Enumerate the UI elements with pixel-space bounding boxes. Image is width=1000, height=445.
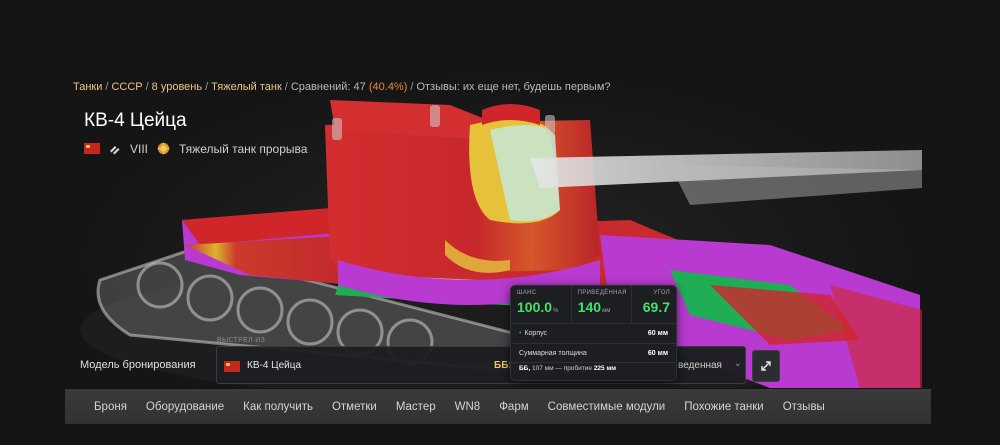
- penetration-tooltip: ШАНС 100.0% ПРИВЕДЁННАЯ 140мм УГОЛ 69.7 …: [510, 285, 677, 381]
- tab-armor[interactable]: Броня: [94, 401, 127, 413]
- tank-meta: VIII Тяжелый танк прорыва: [84, 141, 307, 156]
- tab-master[interactable]: Мастер: [396, 401, 436, 413]
- chance-value: 100.0: [517, 299, 553, 315]
- chance-block: ШАНС 100.0%: [511, 286, 571, 323]
- shell-info: ББ, 107 мм — пробитие 225 мм: [511, 362, 676, 372]
- shooter-flag-icon: [224, 361, 240, 372]
- angle-value: 69.7: [642, 299, 670, 315]
- armor-part-row: • Корпус 60 мм: [519, 330, 668, 337]
- total-thickness-label: Суммарная толщина: [519, 349, 587, 357]
- breadcrumb-tier[interactable]: 8 уровень: [152, 81, 202, 93]
- armor-part-value: 60 мм: [647, 330, 668, 337]
- reduced-armor-unit: мм: [602, 308, 611, 314]
- reduced-armor-block: ПРИВЕДЁННАЯ 140мм: [570, 286, 632, 323]
- shell-penetration: 225 мм: [593, 365, 617, 372]
- chevron-down-icon[interactable]: ⌄: [734, 358, 742, 369]
- breadcrumb-tanks[interactable]: Танки: [73, 81, 102, 93]
- expand-button[interactable]: [752, 350, 780, 382]
- ussr-flag-icon: [84, 143, 100, 154]
- total-thickness-value: 60 мм: [647, 349, 668, 357]
- tab-marks[interactable]: Отметки: [332, 401, 377, 413]
- armor-part-name: Корпус: [524, 330, 548, 337]
- breadcrumb-nation[interactable]: СССР: [111, 81, 142, 93]
- reduced-armor-value: 140: [577, 299, 602, 315]
- breakthrough-medal-icon: [156, 141, 171, 156]
- breadcrumb: Танки / СССР/8 уровень / Тяжелый танк / Сравне…: [73, 81, 611, 93]
- tab-compatible-modules[interactable]: Совместимые модули: [548, 401, 666, 413]
- tank-armor-model: [80, 100, 922, 388]
- angle-label: УГОЛ: [653, 290, 670, 296]
- shell-caliber: 107 мм — пробитие: [531, 365, 592, 372]
- page-title: КВ-4 Цейца: [84, 110, 187, 131]
- tab-reviews[interactable]: Отзывы: [783, 401, 825, 413]
- tab-equipment[interactable]: Оборудование: [146, 401, 224, 413]
- armor-model-viewport[interactable]: [70, 70, 922, 388]
- reviews-label: Отзывы:: [416, 81, 460, 93]
- chance-unit: %: [553, 308, 559, 314]
- thickness-mode-select[interactable]: веденная: [678, 360, 722, 371]
- tab-similar-tanks[interactable]: Похожие танки: [684, 401, 763, 413]
- chance-label: ШАНС: [517, 290, 537, 296]
- tab-how-to-get[interactable]: Как получить: [243, 401, 313, 413]
- shooter-caption: ВЫСТРЕЛ ИЗ: [217, 337, 266, 344]
- angle-block: УГОЛ 69.7: [631, 286, 676, 323]
- tab-wn8[interactable]: WN8: [455, 401, 481, 413]
- compare-count: Сравнений: 47: [290, 81, 366, 93]
- reduced-armor-label: ПРИВЕДЁННАЯ: [577, 290, 627, 296]
- reviews-link[interactable]: их еще нет, будешь первым?: [463, 81, 611, 93]
- total-thickness-row: Суммарная толщина 60 мм: [511, 343, 676, 362]
- tab-farm[interactable]: Фарм: [499, 401, 528, 413]
- heavy-tank-icon: [110, 145, 120, 154]
- shooter-tank-name[interactable]: КВ-4 Цейца: [247, 360, 301, 371]
- tank-tier: VIII: [130, 141, 149, 156]
- expand-arrows-icon: [761, 361, 771, 371]
- section-tabs: Броня Оборудование Как получить Отметки …: [65, 389, 931, 424]
- armor-model-label: Модель бронирования: [80, 359, 196, 371]
- tank-role: Тяжелый танк прорыва: [179, 141, 308, 156]
- shell-type: ББ,: [519, 365, 531, 372]
- compare-percent: (40.4%): [368, 81, 408, 93]
- breadcrumb-type[interactable]: Тяжелый танк: [211, 81, 282, 93]
